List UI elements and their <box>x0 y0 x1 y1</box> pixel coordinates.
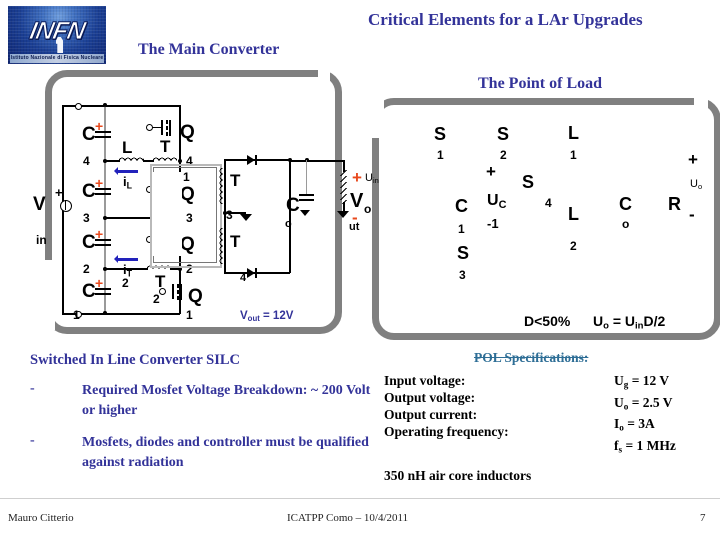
pol-switch-S4-label: S <box>522 172 535 192</box>
uo-f-c: D/2 <box>643 313 666 329</box>
pol-switch-S3-index: 3 <box>459 268 466 282</box>
pol-inductor-L1-index: 1 <box>570 148 577 162</box>
pol-output-plus: + <box>688 150 698 169</box>
pol-cap-out-index: o <box>622 217 630 231</box>
pol-resistor-label: R <box>668 194 681 214</box>
pol-cap-plus: + <box>486 162 496 181</box>
uo-sym: U <box>690 178 698 190</box>
silc-bullet-1-dash: - <box>30 381 35 396</box>
pol-specs-labels: Input voltage: Output voltage: Output cu… <box>384 372 509 440</box>
footer-conference: ICATPP Como – 10/4/2011 <box>287 512 409 524</box>
spec-0-sym: U <box>614 373 624 388</box>
uo-f-b-sub: in <box>635 320 644 332</box>
pol-switch-S2-label: S <box>497 124 510 144</box>
pol-spec-value-3: fs = 1 MHz <box>614 437 676 459</box>
pol-inductor-L2-index: 2 <box>570 239 577 253</box>
pol-uo-formula: Uo = UinD/2 <box>593 313 665 332</box>
pol-specs-heading: POL Specifications: <box>474 350 589 365</box>
spec-1-val: = 2.5 V <box>628 394 673 410</box>
silc-heading: Switched In Line Converter SILC <box>30 352 240 368</box>
uo-f-b: = U <box>608 313 636 329</box>
pol-specs-values: Ug = 12 V Uo = 2.5 V Io = 3A fs = 1 MHz <box>614 372 676 458</box>
pol-cap-C1-index: 1 <box>458 222 465 236</box>
point-of-load-schematic: Uin S 1 S 2 L 1 + S 4 C 1 UC -1 L 2 C o … <box>0 0 720 340</box>
pol-switch-S4-index: 4 <box>545 196 552 210</box>
pol-output-minus: - <box>689 205 695 224</box>
spec-3-val: = 1 MHz <box>622 437 676 453</box>
footer-page-number: 7 <box>700 512 706 524</box>
pol-spec-value-1: Uo = 2.5 V <box>614 394 676 416</box>
pol-inductor-note: 350 nH air core inductors <box>384 468 532 483</box>
spec-0-val: = 12 V <box>628 373 670 388</box>
pol-switch-S1-label: S <box>434 124 447 144</box>
pol-switch-S1-index: 1 <box>437 148 444 162</box>
pol-output-label: Uo <box>690 178 702 191</box>
pol-inductor-L1-label: L <box>568 123 579 143</box>
uc-sym: U <box>487 192 499 209</box>
uin-sym: U <box>365 172 373 184</box>
pol-cap-minus-index: -1 <box>487 216 499 231</box>
pol-spec-label-1: Output voltage: <box>384 390 476 405</box>
silc-bullet-2-text: Mosfets, diodes and controller must be q… <box>82 435 369 471</box>
uc-sub: C <box>498 199 507 212</box>
pol-cap-C1-label: C <box>455 196 468 216</box>
footer-author: Mauro Citterio <box>8 512 74 524</box>
uin-sub: in <box>372 176 379 186</box>
spec-2-val: = 3A <box>623 416 655 432</box>
pol-spec-value-2: Io = 3A <box>614 415 676 437</box>
pol-spec-label-0: Input voltage: <box>384 373 466 388</box>
pol-spec-label-3: Operating frequency: <box>384 424 509 439</box>
pol-uin-label: Uin <box>365 172 379 185</box>
pol-switch-S2-index: 2 <box>500 148 507 162</box>
silc-bullet-1-text: Required Mosfet Voltage Breakdown: ~ 200… <box>82 383 371 419</box>
spec-1-sym: U <box>614 394 624 410</box>
silc-bullet-2-dash: - <box>30 433 35 448</box>
uc-minus-index: 1 <box>491 216 499 231</box>
pol-spec-label-2: Output current: <box>384 407 478 422</box>
pol-cap-voltage-label: UC <box>487 192 506 211</box>
footer-divider <box>0 498 720 499</box>
pol-duty-formula: D<50% <box>524 313 571 329</box>
uo-f-a: U <box>593 313 604 329</box>
pol-switch-S3-label: S <box>457 243 470 263</box>
uo-sub: o <box>697 182 703 192</box>
pol-inductor-L2-label: L <box>568 204 579 224</box>
pol-cap-out-label: C <box>619 194 632 214</box>
pol-spec-value-0: Ug = 12 V <box>614 372 676 394</box>
